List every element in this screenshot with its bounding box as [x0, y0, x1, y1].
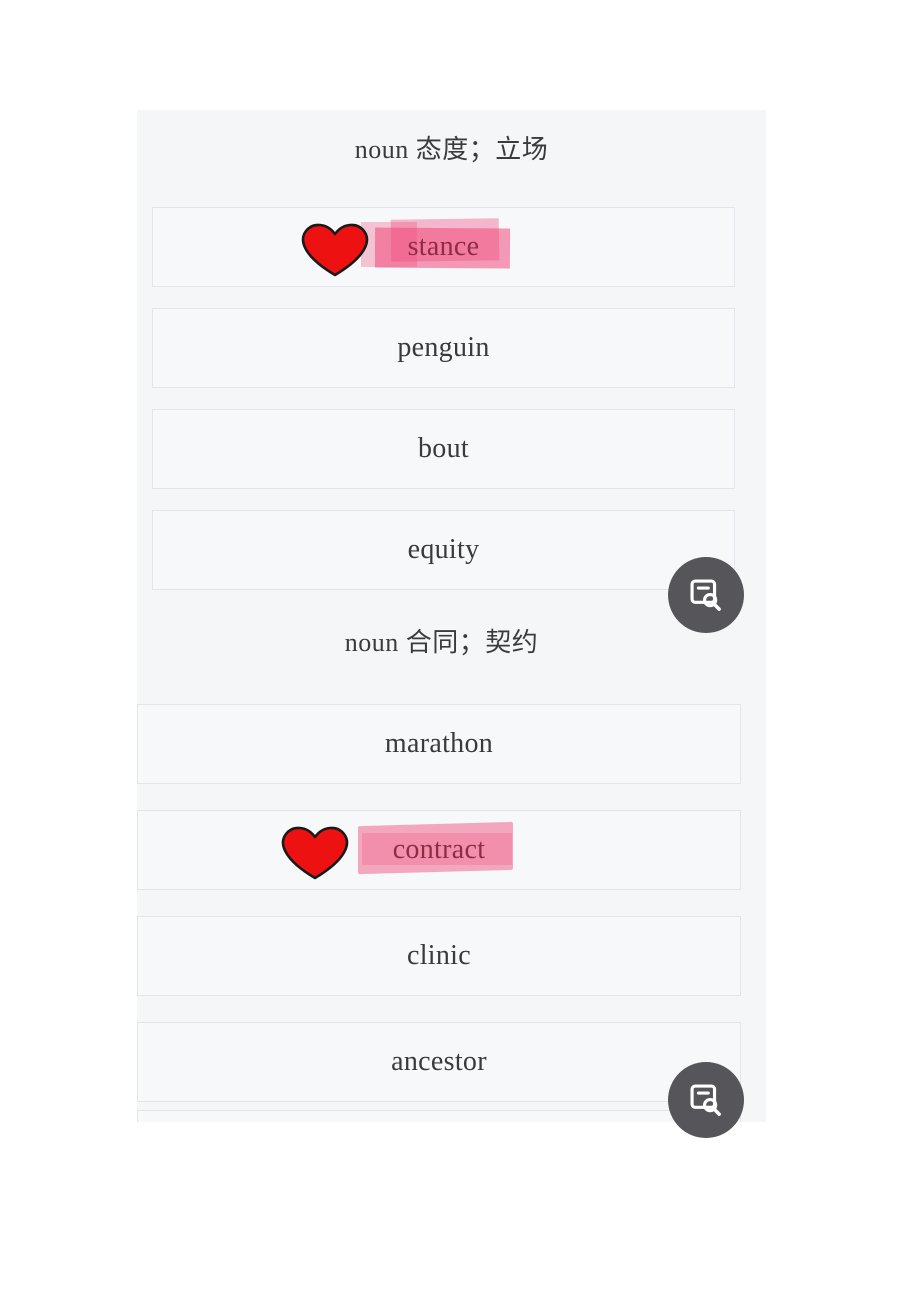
section-heading-2: noun 合同；契约 [344, 628, 539, 657]
word-label: stance [407, 231, 480, 262]
word-label: equity [407, 534, 480, 565]
word-card-equity[interactable]: equity [152, 510, 735, 590]
word-card-penguin[interactable]: penguin [152, 308, 735, 388]
word-card-stance[interactable]: stance [152, 207, 735, 287]
page-root: noun 态度；立场 stance penguin bout equity no… [0, 0, 920, 1302]
section-heading-1: noun 态度；立场 [354, 135, 549, 164]
word-list-panel[interactable]: noun 态度；立场 stance penguin bout equity no… [137, 110, 766, 1122]
word-card-marathon[interactable]: marathon [137, 704, 741, 784]
word-label: clinic [407, 940, 471, 971]
document-search-icon [690, 579, 721, 611]
document-search-fab-upper[interactable] [668, 557, 744, 633]
document-search-icon [690, 1084, 721, 1116]
word-card-bout[interactable]: bout [152, 409, 735, 489]
word-card-ancestor[interactable]: ancestor [137, 1022, 741, 1102]
word-card-contract[interactable]: contract [137, 810, 741, 890]
word-label: contract [392, 834, 486, 865]
word-label: ancestor [391, 1046, 487, 1077]
word-label: marathon [384, 728, 494, 759]
word-label: penguin [397, 332, 490, 363]
word-label: bout [418, 433, 469, 464]
red-heart-icon [296, 220, 374, 278]
document-search-fab-lower[interactable] [668, 1062, 744, 1138]
word-card-next-partial[interactable] [137, 1110, 741, 1122]
word-card-clinic[interactable]: clinic [137, 916, 741, 996]
red-heart-icon [276, 823, 354, 881]
